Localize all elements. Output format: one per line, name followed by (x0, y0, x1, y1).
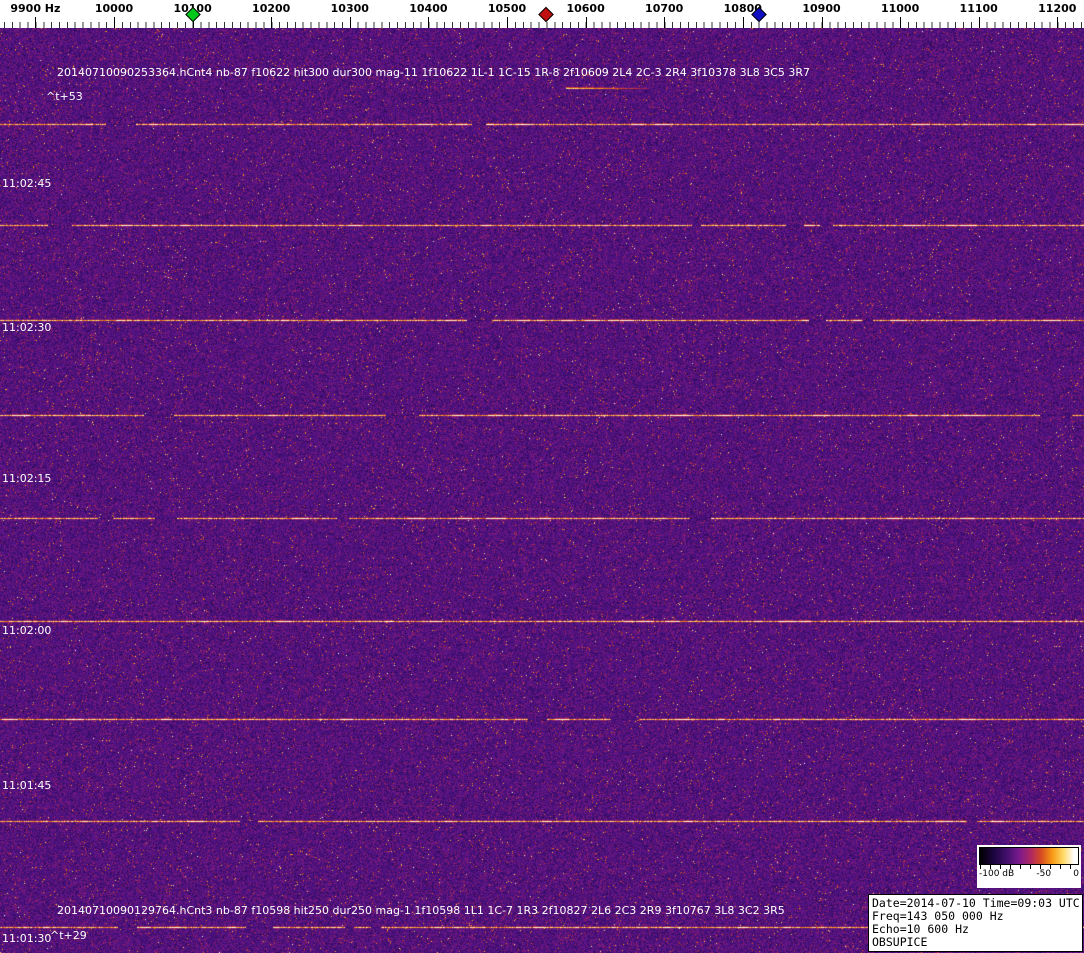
frequency-ruler[interactable]: 9900 Hz100001010010200103001040010500106… (0, 0, 1084, 28)
time-label-110200: 11:02:00 (2, 624, 52, 637)
annotation-top-offset: ^t+53 (46, 90, 83, 103)
info-box: Date=2014-07-10 Time=09:03 UTC Freq=143 … (868, 894, 1083, 952)
colorbar-label-max: 0 (1073, 869, 1079, 879)
annotation-bottom-event: 20140710090129764.hCnt3 nb-87 f10598 hit… (57, 904, 785, 917)
colorbar-label-mid: -50 (1036, 869, 1052, 879)
info-line-station: OBSUPICE (872, 935, 928, 949)
time-label-110245: 11:02:45 (2, 177, 52, 190)
colorbar-gradient (979, 847, 1079, 865)
colorbar-labels: -100 dB -50 0 (977, 869, 1081, 879)
time-label-110230: 11:02:30 (2, 321, 52, 334)
annotation-top-event: 20140710090253364.hCnt4 nb-87 f10622 hit… (57, 66, 811, 79)
time-label-110130: 11:01:30 (2, 932, 52, 945)
time-label-110215: 11:02:15 (2, 472, 52, 485)
colorbar-label-min: -100 dB (979, 869, 1015, 879)
green-marker-diamond-icon[interactable] (184, 6, 201, 23)
ruler-cursor-markers (0, 0, 1084, 28)
red-marker-diamond-icon[interactable] (538, 6, 555, 23)
time-label-110145: 11:01:45 (2, 779, 52, 792)
blue-marker-diamond-icon[interactable] (750, 6, 767, 23)
spectrogram-canvas[interactable] (0, 28, 1084, 953)
colorbar: -100 dB -50 0 (977, 845, 1081, 888)
spectrogram-window: 9900 Hz100001010010200103001040010500106… (0, 0, 1084, 953)
annotation-bottom-offset: ^t+29 (50, 929, 87, 942)
